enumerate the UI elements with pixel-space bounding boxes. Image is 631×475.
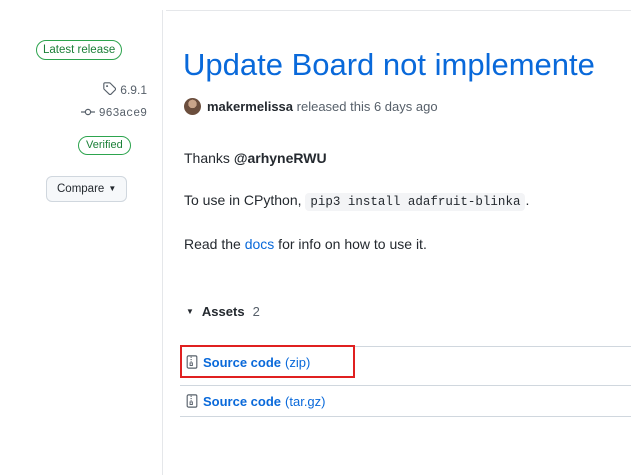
- tag-link[interactable]: 6.9.1: [103, 82, 147, 98]
- thanks-line: Thanks @arhyneRWU: [184, 150, 327, 166]
- tag-label: 6.9.1: [120, 83, 147, 97]
- asset-name: Source code: [203, 393, 282, 409]
- asset-row: Source code (tar.gz): [180, 385, 631, 417]
- release-title[interactable]: Update Board not implemente: [183, 45, 595, 85]
- cpython-line: To use in CPython, pip3 install adafruit…: [184, 192, 530, 211]
- compare-button[interactable]: Compare ▼: [46, 176, 128, 202]
- latest-release-badge: Latest release: [36, 40, 123, 60]
- asset-format: (tar.gz): [285, 393, 326, 409]
- release-author-line: makermelissa released this 6 days ago: [184, 98, 438, 115]
- docs-suffix: for info on how to use it.: [274, 236, 427, 252]
- assets-label: Assets: [201, 304, 245, 319]
- compare-button-label: Compare: [57, 183, 105, 195]
- file-zip-icon: [185, 394, 199, 408]
- assets-count: 2: [252, 304, 260, 319]
- commit-icon: [80, 106, 95, 120]
- released-text: released this 6 days ago: [296, 99, 438, 114]
- cpython-suffix: .: [525, 192, 530, 208]
- top-divider: [166, 10, 631, 11]
- triangle-down-icon: ▼: [186, 307, 194, 316]
- verified-badge[interactable]: Verified: [78, 136, 131, 155]
- assets-toggle[interactable]: ▼ Assets 2: [186, 304, 260, 319]
- asset-link-targz[interactable]: Source code (tar.gz): [180, 394, 326, 409]
- thanks-user-mention[interactable]: @arhyneRWU: [234, 150, 327, 166]
- highlight-box: [180, 345, 355, 378]
- caret-down-icon: ▼: [108, 184, 117, 193]
- docs-line: Read the docs for info on how to use it.: [184, 236, 427, 252]
- author-link[interactable]: makermelissa: [207, 99, 293, 114]
- commit-hash: 963ace9: [98, 106, 147, 120]
- install-command: pip3 install adafruit-blinka: [305, 193, 526, 211]
- tag-icon: [103, 82, 117, 98]
- avatar[interactable]: [184, 98, 201, 115]
- thanks-prefix: Thanks: [184, 150, 234, 166]
- docs-link[interactable]: docs: [245, 236, 275, 252]
- cpython-prefix: To use in CPython,: [184, 192, 302, 208]
- docs-prefix: Read the: [184, 236, 245, 252]
- commit-link[interactable]: 963ace9: [80, 106, 147, 120]
- column-divider: [162, 10, 163, 475]
